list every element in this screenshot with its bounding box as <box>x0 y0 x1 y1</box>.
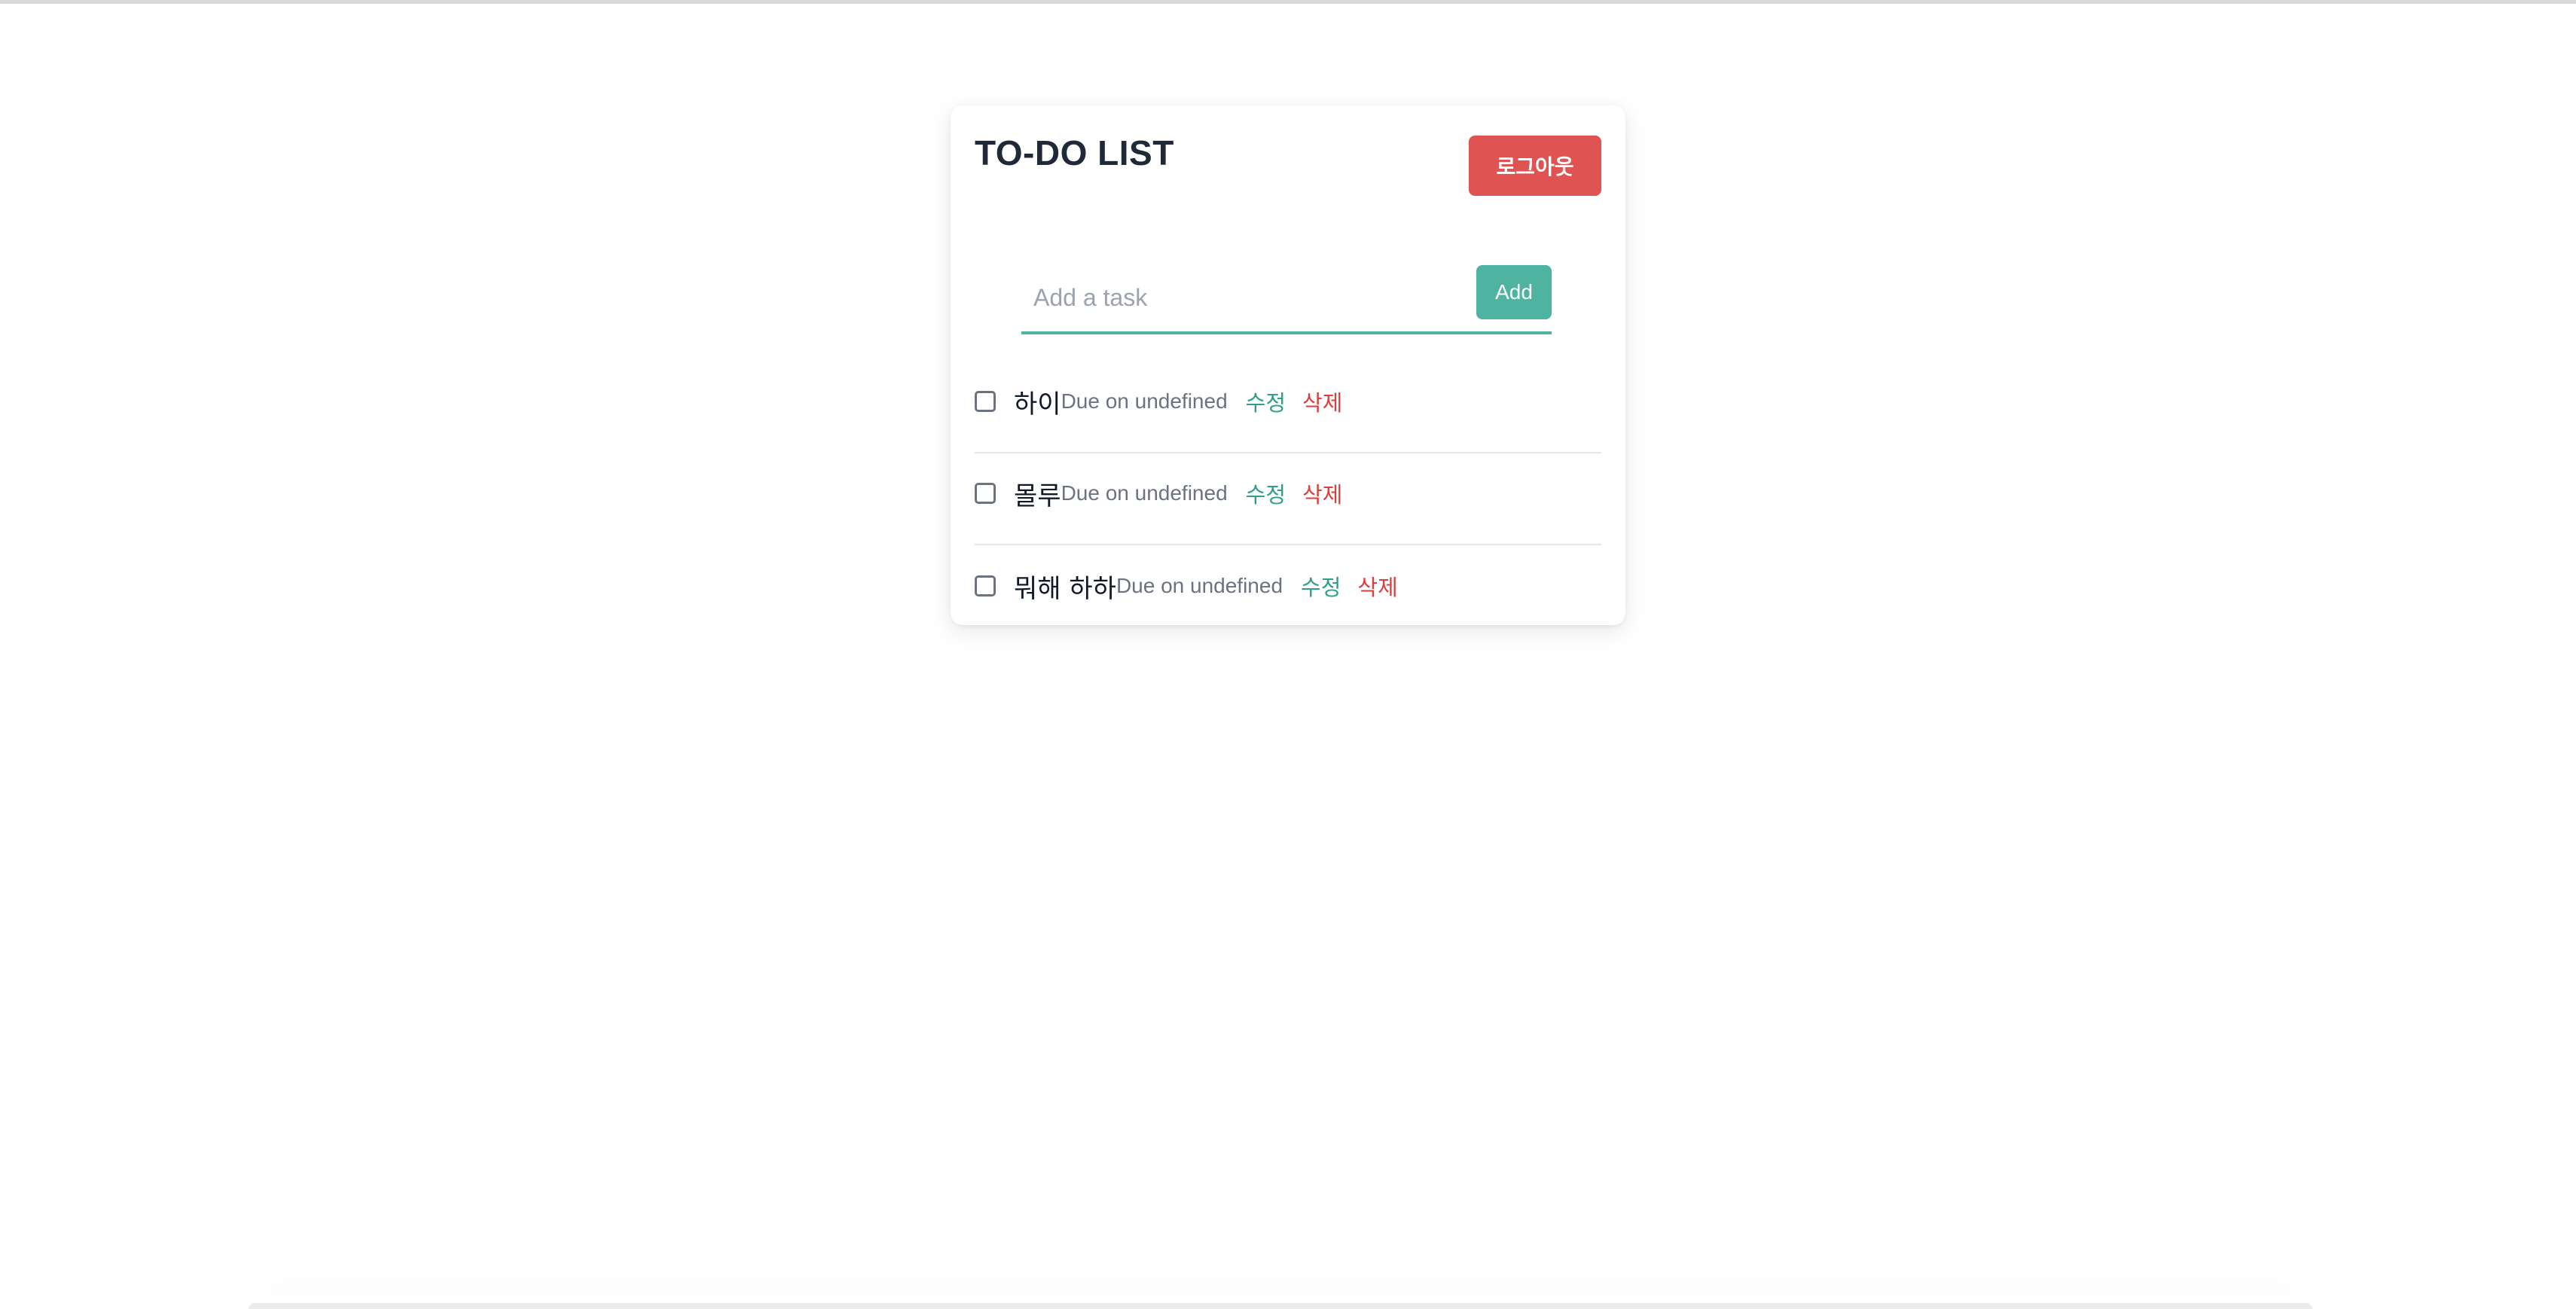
todo-item: 하이 Due on undefined 수정 삭제 <box>975 362 1601 453</box>
window-top-border <box>0 0 2576 4</box>
add-task-button[interactable]: Add <box>1476 265 1552 319</box>
add-task-form: Add <box>1021 265 1552 334</box>
todo-text: 몰루 <box>1014 481 1061 511</box>
delete-button[interactable]: 삭제 <box>1302 386 1342 417</box>
todo-text: 하이 <box>1014 389 1061 420</box>
todo-checkbox[interactable] <box>975 483 996 504</box>
todo-list: 하이 Due on undefined 수정 삭제 몰루 Due on unde… <box>975 362 1601 637</box>
todo-due-date: Due on undefined <box>1116 574 1283 597</box>
todo-card: TO-DO LIST 로그아웃 Add 하이 Due on undefined … <box>951 105 1625 625</box>
bottom-edge-shadow <box>249 1303 2312 1309</box>
card-header: TO-DO LIST 로그아웃 <box>975 136 1601 196</box>
task-input[interactable] <box>1021 265 1466 330</box>
edit-button[interactable]: 수정 <box>1246 386 1286 417</box>
todo-item: 몰루 Due on undefined 수정 삭제 <box>975 453 1601 545</box>
page-title: TO-DO LIST <box>975 133 1174 172</box>
todo-item: 뭐해 하하 Due on undefined 수정 삭제 <box>975 545 1601 637</box>
edit-button[interactable]: 수정 <box>1246 478 1286 509</box>
todo-checkbox[interactable] <box>975 575 996 597</box>
todo-due-date: Due on undefined <box>1061 389 1228 413</box>
todo-checkbox[interactable] <box>975 391 996 412</box>
logout-button[interactable]: 로그아웃 <box>1469 136 1601 196</box>
todo-text: 뭐해 하하 <box>1014 573 1116 604</box>
todo-due-date: Due on undefined <box>1061 481 1228 505</box>
delete-button[interactable]: 삭제 <box>1357 570 1397 602</box>
delete-button[interactable]: 삭제 <box>1302 478 1342 509</box>
edit-button[interactable]: 수정 <box>1301 570 1341 602</box>
